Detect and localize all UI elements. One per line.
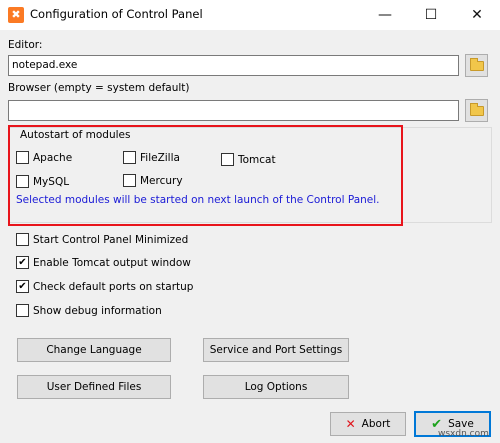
checkbox-label: Show debug information <box>33 304 162 317</box>
browser-label: Browser (empty = system default) <box>8 82 190 94</box>
xampp-app-icon: ✖ <box>8 7 24 23</box>
checkbox-tomcat-output[interactable]: ✔ Enable Tomcat output window <box>16 256 191 269</box>
check-icon: ✔ <box>16 256 29 269</box>
checkbox-label: FileZilla <box>140 151 180 164</box>
checkbox-box <box>16 304 29 317</box>
checkbox-label: Tomcat <box>238 153 276 166</box>
checkbox-debug-info[interactable]: Show debug information <box>16 304 162 317</box>
checkbox-start-minimized[interactable]: Start Control Panel Minimized <box>16 233 188 246</box>
service-port-settings-button[interactable]: Service and Port Settings <box>203 338 349 362</box>
browser-field[interactable] <box>8 100 459 121</box>
browser-browse-button[interactable] <box>465 99 488 122</box>
checkbox-label: MySQL <box>33 175 70 188</box>
checkbox-box <box>123 174 136 187</box>
abort-label: Abort <box>361 418 391 430</box>
checkbox-mysql[interactable]: MySQL <box>16 175 69 188</box>
minimize-button[interactable]: — <box>362 0 408 30</box>
config-window: ✖ Configuration of Control Panel — ☐ ✕ E… <box>0 0 500 443</box>
checkbox-label: Check default ports on startup <box>33 280 194 293</box>
editor-label: Editor: <box>8 39 43 51</box>
checkbox-box <box>221 153 234 166</box>
maximize-button[interactable]: ☐ <box>408 0 454 30</box>
folder-icon <box>469 57 484 71</box>
check-icon: ✔ <box>16 280 29 293</box>
log-options-button[interactable]: Log Options <box>203 375 349 399</box>
autostart-notice: Selected modules will be started on next… <box>16 194 380 206</box>
window-title: Configuration of Control Panel <box>30 7 203 21</box>
folder-icon <box>469 102 484 116</box>
title-bar[interactable]: ✖ Configuration of Control Panel — ☐ ✕ <box>0 0 500 30</box>
checkbox-label: Apache <box>33 151 73 164</box>
checkbox-mercury[interactable]: Mercury <box>123 174 183 187</box>
checkbox-box <box>16 151 29 164</box>
checkbox-box <box>16 175 29 188</box>
user-defined-files-button[interactable]: User Defined Files <box>17 375 171 399</box>
checkbox-label: Enable Tomcat output window <box>33 256 191 269</box>
checkbox-filezilla[interactable]: FileZilla <box>123 151 180 164</box>
checkbox-box <box>123 151 136 164</box>
checkbox-apache[interactable]: Apache <box>16 151 72 164</box>
editor-field[interactable]: notepad.exe <box>8 55 459 76</box>
close-button[interactable]: ✕ <box>454 0 500 30</box>
checkbox-box <box>16 233 29 246</box>
abort-button[interactable]: ✕ Abort <box>330 412 406 436</box>
checkbox-label: Mercury <box>140 174 183 187</box>
change-language-button[interactable]: Change Language <box>17 338 171 362</box>
checkbox-label: Start Control Panel Minimized <box>33 233 189 246</box>
abort-x-icon: ✕ <box>345 417 356 431</box>
editor-browse-button[interactable] <box>465 54 488 77</box>
watermark: wsxdn.com <box>438 429 489 439</box>
checkbox-check-ports[interactable]: ✔ Check default ports on startup <box>16 280 193 293</box>
checkbox-tomcat[interactable]: Tomcat <box>221 153 276 166</box>
